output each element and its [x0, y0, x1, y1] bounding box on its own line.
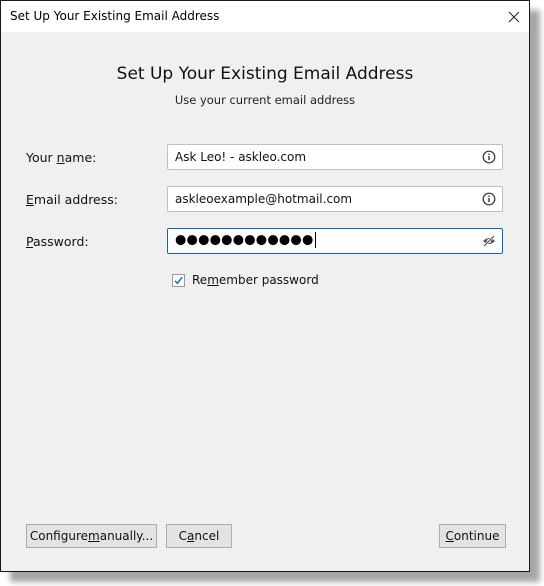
- text-caret: [314, 232, 316, 248]
- remember-password-label: Remember password: [192, 273, 319, 287]
- continue-button[interactable]: Continue: [439, 524, 506, 548]
- email-field[interactable]: askleoexample@hotmail.com: [167, 186, 503, 212]
- checkmark-icon: [174, 276, 183, 284]
- title-bar: Set Up Your Existing Email Address: [1, 1, 529, 32]
- dialog-window: Set Up Your Existing Email Address Set U…: [0, 0, 530, 572]
- dialog-content: Set Up Your Existing Email Address Use y…: [1, 32, 529, 571]
- page-subtitle: Use your current email address: [174, 93, 356, 107]
- close-icon: [508, 11, 520, 22]
- email-label: Email address:: [26, 192, 118, 207]
- password-label: Password:: [26, 234, 89, 249]
- close-button[interactable]: [499, 1, 529, 32]
- password-field-value: ●●●●●●●●●●●●: [175, 232, 316, 248]
- configure-manually-button[interactable]: Configure m anually...: [26, 524, 157, 548]
- eye-slash-icon[interactable]: [482, 234, 496, 248]
- email-field-value: askleoexample@hotmail.com: [175, 192, 353, 206]
- password-field[interactable]: ●●●●●●●●●●●●: [167, 228, 503, 254]
- remember-password-checkbox[interactable]: Remember password: [172, 273, 319, 287]
- cancel-button[interactable]: Ca ncel: [166, 524, 232, 548]
- info-icon[interactable]: [482, 150, 496, 164]
- name-field[interactable]: Ask Leo! - askleo.com: [167, 144, 503, 170]
- info-icon[interactable]: [482, 192, 496, 206]
- name-field-value: Ask Leo! - askleo.com: [175, 150, 307, 164]
- page-title: Set Up Your Existing Email Address: [116, 64, 414, 84]
- checkbox-box[interactable]: [172, 273, 185, 287]
- window-title: Set Up Your Existing Email Address: [10, 9, 220, 23]
- name-label: Your name:: [26, 150, 97, 165]
